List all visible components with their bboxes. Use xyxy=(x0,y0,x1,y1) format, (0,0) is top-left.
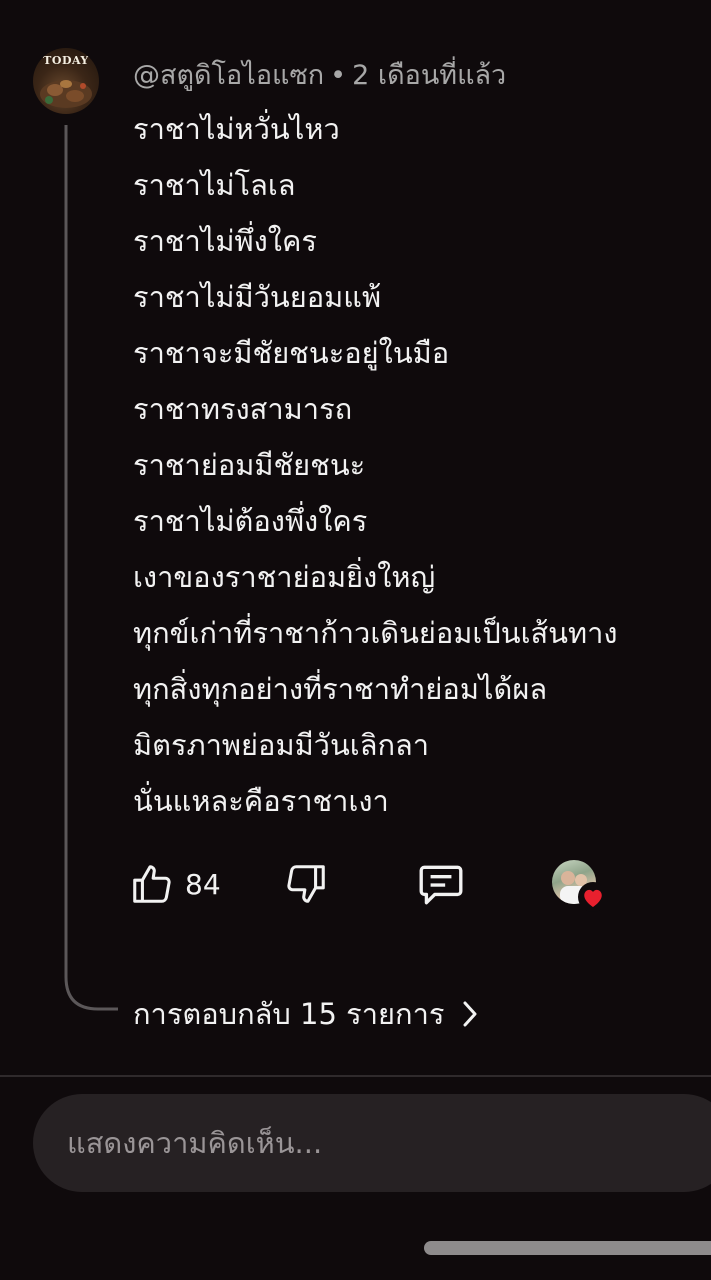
header-separator: • xyxy=(330,60,347,91)
comment-text: ราชาไม่หวั่นไหว ราชาไม่โลเล ราชาไม่พึ่งใ… xyxy=(133,106,711,834)
comment-action-bar: 84 xyxy=(0,856,711,912)
comment-line: ราชาไม่ต้องพึ่งใคร xyxy=(133,504,368,538)
view-replies-link[interactable]: การตอบกลับ 15 รายการ xyxy=(133,990,480,1038)
comment-line: ราชาไม่พึ่งใคร xyxy=(133,224,317,258)
like-button[interactable]: 84 xyxy=(129,856,221,912)
comment-line: เงาของราชาย่อมยิ่งใหญ่ xyxy=(133,560,436,594)
comment-line: ราชาไม่โลเล xyxy=(133,168,296,202)
dislike-button[interactable] xyxy=(283,856,329,912)
comment-line: ราชาย่อมมีชัยชนะ xyxy=(133,448,366,482)
comment-line: นั่นแหละคือราชาเงา xyxy=(133,784,389,818)
chevron-right-icon xyxy=(463,1001,477,1027)
thumbs-up-icon xyxy=(133,865,171,903)
comment-timestamp: 2 เดือนที่แล้ว xyxy=(352,60,507,91)
comment-line: ทุกข์เก่าที่ราชาก้าวเดินย่อมเป็นเส้นทาง xyxy=(133,616,618,650)
comment-line: ทุกสิ่งทุกอย่างที่ราชาทำย่อมได้ผล xyxy=(133,672,548,706)
thumbs-down-icon xyxy=(287,865,325,903)
avatar-logo-text: TODAY xyxy=(43,54,89,67)
comment-icon xyxy=(419,865,463,905)
heart-icon xyxy=(578,882,608,912)
comment-line: ราชาไม่หวั่นไหว xyxy=(133,112,340,146)
comment-input-placeholder: แสดงความคิดเห็น... xyxy=(67,1126,323,1160)
like-count: 84 xyxy=(185,867,221,901)
reply-button[interactable] xyxy=(416,856,466,912)
creator-heart-badge xyxy=(552,860,612,912)
comment-input[interactable]: แสดงความคิดเห็น... xyxy=(33,1094,711,1192)
author-avatar[interactable]: TODAY xyxy=(33,48,99,114)
comment-thread-screen: TODAY @สตูดิโอไอแซก • 2 เดือนที่แล้ว ราชาไ… xyxy=(0,0,711,1280)
home-indicator-bar[interactable] xyxy=(424,1241,711,1255)
comment-line: ราชาไม่มีวันยอมแพ้ xyxy=(133,280,382,314)
author-handle[interactable]: @สตูดิโอไอแซก xyxy=(133,60,324,91)
divider xyxy=(0,1075,711,1077)
comment-header: @สตูดิโอไอแซก • 2 เดือนที่แล้ว xyxy=(133,53,506,96)
comment-line: ราชาทรงสามารถ xyxy=(133,392,353,426)
comment-line: มิตรภาพย่อมมีวันเลิกลา xyxy=(133,728,430,762)
replies-count-label: การตอบกลับ 15 รายการ xyxy=(133,997,445,1031)
comment-line: ราชาจะมีชัยชนะอยู่ในมือ xyxy=(133,336,450,370)
